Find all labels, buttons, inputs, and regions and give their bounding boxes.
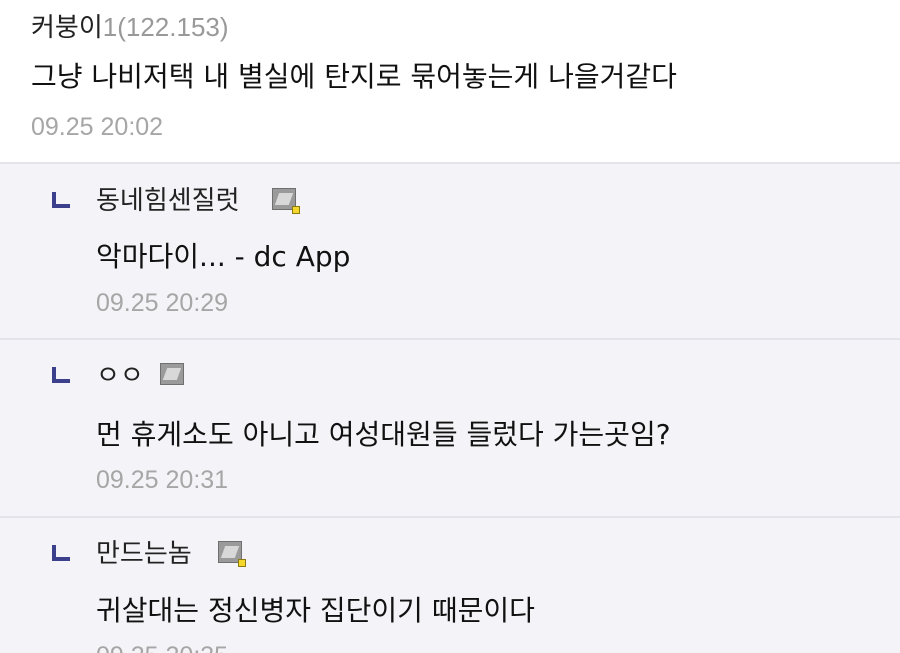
reply-item: 만드는놈 귀살대는 정신병자 집단이기 때문이다 09.25 20:35	[0, 518, 900, 653]
reply-item: ㅇㅇ 먼 휴게소도 아니고 여성대원들 들렀다 가는곳임? 09.25 20:3…	[0, 340, 900, 518]
reply-timestamp: 09.25 20:29	[96, 289, 229, 317]
comment-author[interactable]: 커붕이1(122.153)	[31, 10, 229, 44]
reply-arrow-icon	[52, 192, 70, 208]
reply-text: 먼 휴게소도 아니고 여성대원들 들렀다 가는곳임?	[96, 418, 671, 451]
comment-text: 그냥 나비저택 내 별실에 탄지로 묶어놓는게 나을거같다	[31, 60, 677, 93]
reply-text: 악마다이... - dc App	[96, 240, 351, 273]
gallog-icon[interactable]	[218, 541, 246, 567]
comment-item: 커붕이1(122.153) 그냥 나비저택 내 별실에 탄지로 묶어놓는게 나을…	[0, 0, 900, 164]
reply-timestamp: 09.25 20:31	[96, 466, 229, 494]
reply-arrow-icon	[52, 545, 70, 561]
comment-ip: 1(122.153)	[102, 12, 229, 42]
reply-arrow-icon	[52, 367, 70, 383]
comment-timestamp: 09.25 20:02	[31, 113, 164, 141]
reply-nickname[interactable]: ㅇㅇ	[96, 359, 144, 393]
gallog-icon[interactable]	[272, 188, 300, 214]
reply-timestamp: 09.25 20:35	[96, 640, 228, 653]
reply-nickname[interactable]: 동네힘센질럿	[96, 184, 240, 218]
gallog-icon[interactable]	[160, 363, 188, 389]
comment-list: 커붕이1(122.153) 그냥 나비저택 내 별실에 탄지로 묶어놓는게 나을…	[0, 0, 900, 653]
reply-text: 귀살대는 정신병자 집단이기 때문이다	[96, 594, 535, 627]
comment-nickname[interactable]: 커붕이	[31, 13, 103, 43]
reply-nickname[interactable]: 만드는놈	[96, 537, 192, 571]
reply-item: 동네힘센질럿 악마다이... - dc App 09.25 20:29	[0, 164, 900, 340]
